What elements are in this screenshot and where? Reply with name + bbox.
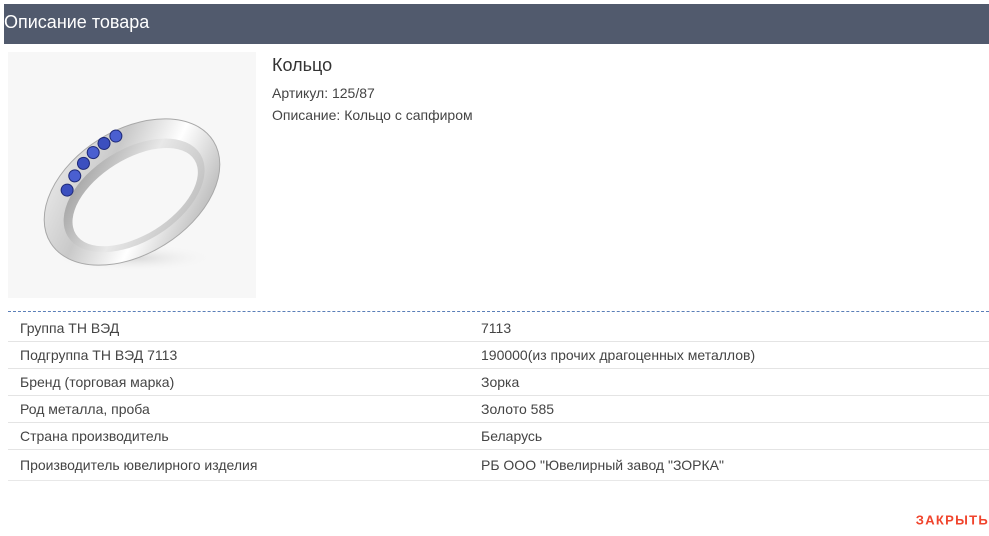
property-value: 190000(из прочих драгоценных металлов) [481,341,989,369]
property-label: Производитель ювелирного изделия [8,449,481,481]
product-description: Описание: Кольцо с сапфиром [272,107,473,123]
property-label: Род металла, проба [8,395,481,423]
property-value: Беларусь [481,422,989,450]
property-value: Золото 585 [481,395,989,423]
properties-table: Группа ТН ВЭД 7113 Подгруппа ТН ВЭД 7113… [8,315,989,481]
property-label: Страна производитель [8,422,481,450]
product-name: Кольцо [272,55,333,75]
product-info: Кольцо Артикул: 125/87 Описание: Кольцо … [272,54,473,126]
property-label: Группа ТН ВЭД [8,315,481,342]
table-row: Производитель ювелирного изделия РБ ООО … [8,449,989,481]
ring-icon [43,118,221,272]
property-value: 7113 [481,315,989,342]
property-value: Зорка [481,368,989,396]
product-image [8,52,256,298]
table-row: Страна производитель Беларусь [8,422,989,450]
dialog-title: Описание товара [4,12,150,32]
property-value: РБ ООО "Ювелирный завод "ЗОРКА" [481,449,989,481]
table-row: Род металла, проба Золото 585 [8,395,989,423]
table-row: Подгруппа ТН ВЭД 7113 190000(из прочих д… [8,341,989,369]
section-divider [8,311,989,312]
table-row: Бренд (торговая марка) Зорка [8,368,989,396]
table-row: Группа ТН ВЭД 7113 [8,315,989,342]
product-article: Артикул: 125/87 [272,85,375,101]
property-label: Бренд (торговая марка) [8,368,481,396]
close-button[interactable]: ЗАКРЫТЬ [916,513,989,528]
property-label: Подгруппа ТН ВЭД 7113 [8,341,481,369]
dialog-header: Описание товара [4,4,989,44]
